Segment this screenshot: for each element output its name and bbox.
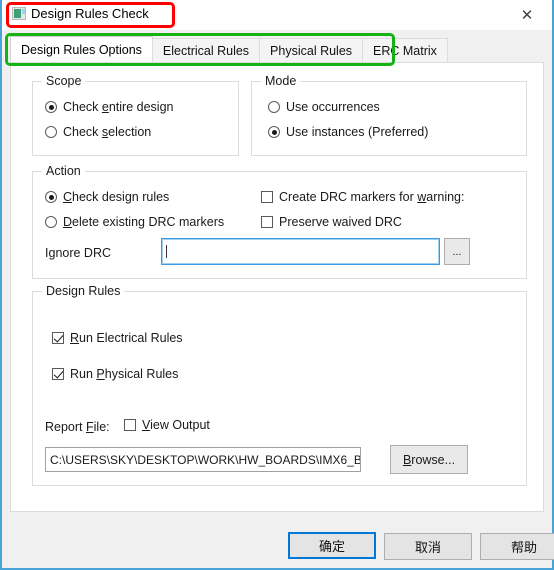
radio-indicator	[268, 101, 280, 113]
close-icon[interactable]: ✕	[506, 2, 548, 28]
checkbox-label: Run Electrical Rules	[70, 331, 183, 345]
group-scope: Scope Check entire design Check selectio…	[32, 74, 239, 156]
radio-check-selection[interactable]: Check selection	[45, 125, 151, 139]
checkbox-label: Preserve waived DRC	[279, 215, 402, 229]
title-group: Design Rules Check	[12, 6, 149, 21]
checkbox-indicator	[261, 191, 273, 203]
radio-indicator	[268, 126, 280, 138]
text-caret	[166, 245, 167, 258]
checkbox-indicator	[52, 332, 64, 344]
group-action-legend: Action	[42, 164, 85, 178]
group-design-rules: Design Rules Run Electrical Rules Run Ph…	[32, 284, 527, 486]
ignore-drc-label: Ignore DRC	[45, 246, 112, 260]
checkbox-label: View Output	[142, 418, 210, 432]
radio-label: Use occurrences	[286, 100, 380, 114]
radio-label: Delete existing DRC markers	[63, 215, 225, 229]
radio-use-occurrences[interactable]: Use occurrences	[268, 100, 380, 114]
checkbox-create-drc-markers-for-warning[interactable]: Create DRC markers for warning:	[261, 190, 465, 204]
browse-button-label: Browse...	[402, 452, 456, 467]
checkbox-preserve-waived-drc[interactable]: Preserve waived DRC	[261, 215, 402, 229]
help-button[interactable]: 帮助	[480, 533, 554, 560]
group-action: Action Check design rules Delete existin…	[32, 164, 527, 279]
radio-indicator	[45, 191, 57, 203]
report-file-path-value: C:\USERS\SKY\DESKTOP\WORK\HW_BOARDS\IMX6…	[50, 452, 360, 467]
cancel-button[interactable]: 取消	[384, 533, 472, 560]
tab-physical-rules[interactable]: Physical Rules	[259, 38, 364, 63]
ok-button[interactable]: 确定	[288, 532, 376, 559]
group-scope-legend: Scope	[42, 74, 86, 88]
dialog-window: Design Rules Check ✕ Design Rules Option…	[0, 0, 554, 570]
checkbox-label: Create DRC markers for warning:	[279, 190, 465, 204]
checkbox-view-output[interactable]: View Output	[124, 418, 210, 432]
group-mode: Mode Use occurrences Use instances (Pref…	[251, 74, 527, 156]
ignore-drc-input[interactable]	[161, 238, 440, 265]
window-title: Design Rules Check	[31, 6, 149, 21]
app-icon	[12, 7, 26, 20]
report-file-label: Report File:	[45, 420, 110, 434]
checkbox-run-physical-rules[interactable]: Run Physical Rules	[52, 367, 178, 381]
radio-label: Use instances (Preferred)	[286, 125, 429, 139]
report-file-path-input[interactable]: C:\USERS\SKY\DESKTOP\WORK\HW_BOARDS\IMX6…	[45, 447, 361, 472]
ignore-drc-browse-button[interactable]: ...	[444, 238, 470, 265]
checkbox-indicator	[261, 216, 273, 228]
radio-check-design-rules[interactable]: Check design rules	[45, 190, 169, 204]
tab-erc-matrix[interactable]: ERC Matrix	[362, 38, 448, 63]
group-design-rules-legend: Design Rules	[42, 284, 125, 298]
radio-use-instances[interactable]: Use instances (Preferred)	[268, 125, 428, 139]
radio-delete-existing-drc-markers[interactable]: Delete existing DRC markers	[45, 215, 224, 229]
radio-indicator	[45, 216, 57, 228]
browse-button[interactable]: Browse...	[390, 445, 468, 474]
checkbox-indicator	[52, 368, 64, 380]
radio-indicator	[45, 101, 57, 113]
checkbox-indicator	[124, 419, 136, 431]
radio-label: Check selection	[63, 125, 152, 139]
radio-label: Check entire design	[63, 100, 174, 114]
group-mode-legend: Mode	[261, 74, 301, 88]
checkbox-run-electrical-rules[interactable]: Run Electrical Rules	[52, 331, 183, 345]
checkbox-label: Run Physical Rules	[70, 367, 179, 381]
tab-page-design-rules-options: Scope Check entire design Check selectio…	[10, 62, 544, 512]
tab-bar: Design Rules Options Electrical Rules Ph…	[10, 36, 448, 63]
radio-check-entire-design[interactable]: Check entire design	[45, 100, 173, 114]
title-bar: Design Rules Check ✕	[2, 0, 552, 30]
tab-electrical-rules[interactable]: Electrical Rules	[151, 38, 261, 63]
radio-label: Check design rules	[63, 190, 170, 204]
radio-indicator	[45, 126, 57, 138]
tab-design-rules-options[interactable]: Design Rules Options	[10, 36, 153, 63]
